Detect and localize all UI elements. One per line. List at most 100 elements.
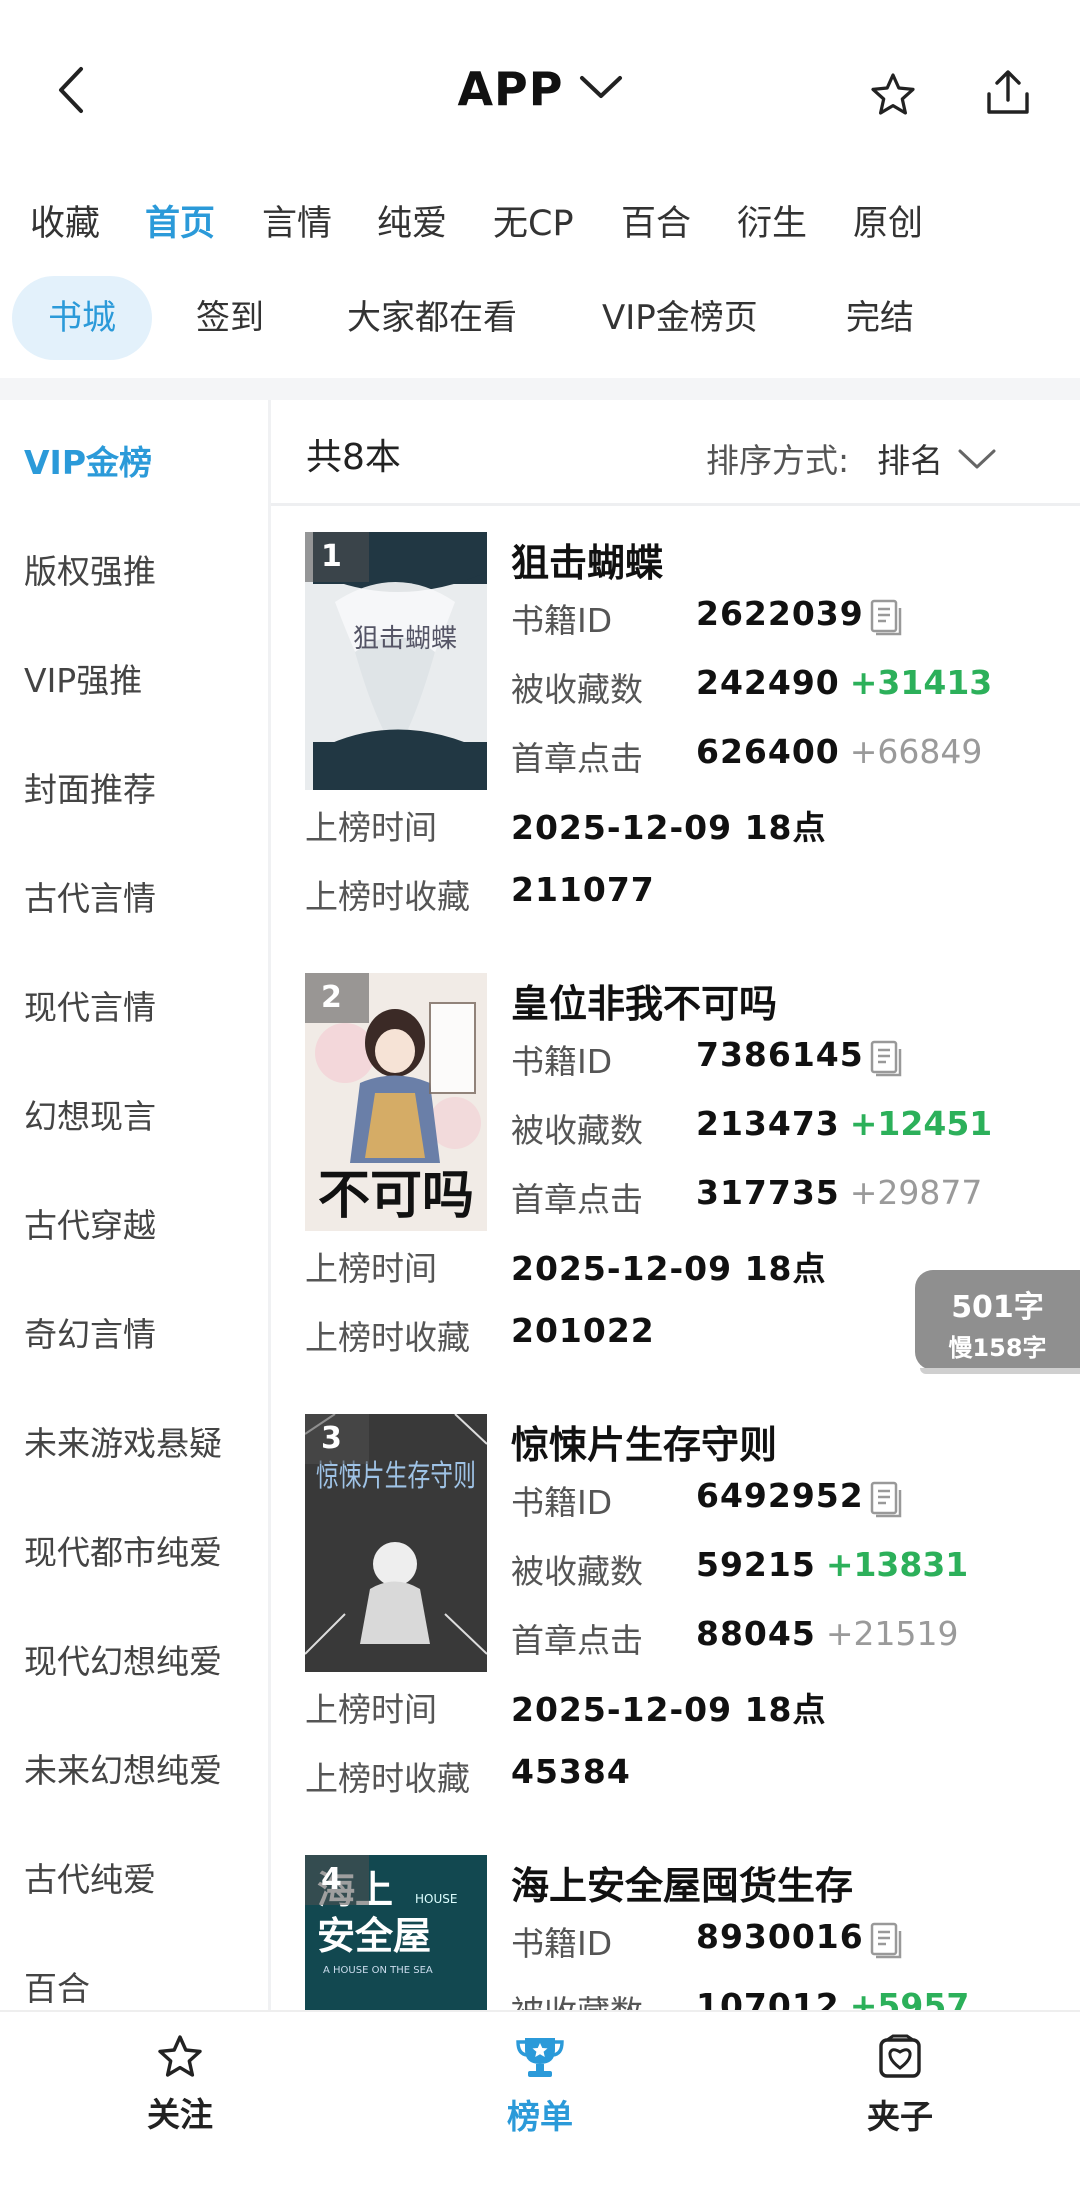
star-icon[interactable] — [870, 72, 916, 120]
word-count-slow-text: 慢158字 — [948, 1334, 1047, 1362]
label-book-id: 书籍ID — [511, 1042, 613, 1081]
tab-bl[interactable]: 纯爱 — [377, 195, 447, 246]
clicks-delta: +66849 — [849, 732, 983, 771]
subtab-vip-gold[interactable]: VIP金榜页 — [602, 276, 758, 360]
cover-title-text: 狙击蝴蝶 — [353, 624, 457, 654]
book-cover[interactable]: 不可吗 2 — [305, 973, 487, 1231]
tab-home[interactable]: 首页 — [145, 195, 215, 246]
section-divider — [0, 378, 1080, 400]
clicks-delta: +29877 — [849, 1173, 983, 1212]
rank-badge: 4 — [305, 1855, 369, 1905]
list-time-collections-value: 201022 — [511, 1311, 655, 1350]
nav-ranking[interactable]: 榜单 — [470, 2034, 610, 2138]
collections-delta: +31413 — [849, 663, 993, 702]
label-clicks: 首章点击 — [511, 1180, 643, 1219]
book-cover[interactable]: 狙击蝴蝶 1 — [305, 532, 487, 790]
sub-tabs: 书城 签到 大家都在看 VIP金榜页 完结 — [0, 276, 1080, 360]
sort-selector[interactable]: 排序方式: 排名 — [706, 434, 997, 482]
tab-gl[interactable]: 百合 — [621, 195, 691, 246]
sort-value: 排名 — [877, 441, 944, 480]
sidebar-item-vip-push[interactable]: VIP强推 — [24, 654, 142, 702]
list-time-value: 2025-12-09 18点 — [511, 808, 827, 847]
nav-follow[interactable]: 关注 — [110, 2034, 250, 2136]
list-time-collections-value: 45384 — [511, 1752, 631, 1791]
label-collections: 被收藏数 — [511, 1111, 643, 1150]
tab-romance[interactable]: 言情 — [262, 195, 332, 246]
rank-badge: 1 — [305, 532, 369, 582]
sidebar-item-modern-romance[interactable]: 现代言情 — [24, 981, 156, 1029]
sidebar-item-future-game[interactable]: 未来游戏悬疑 — [24, 1417, 222, 1465]
copy-icon[interactable] — [868, 1921, 904, 1963]
sidebar-item-copyright[interactable]: 版权强推 — [24, 545, 156, 593]
clicks-value: 88045 — [696, 1614, 816, 1653]
app-title-selector[interactable]: APP — [0, 62, 1080, 116]
nav-clip[interactable]: 夹子 — [830, 2034, 970, 2138]
copy-icon[interactable] — [868, 1039, 904, 1081]
book-title[interactable]: 皇位非我不可吗 — [511, 973, 777, 1028]
tab-collect[interactable]: 收藏 — [30, 195, 100, 246]
chevron-down-icon — [579, 74, 623, 104]
sidebar-item-gl[interactable]: 百合 — [24, 1962, 90, 2010]
clicks-value: 317735 — [696, 1173, 840, 1212]
page-title: APP — [457, 62, 564, 116]
word-count-text: 501字 — [951, 1290, 1044, 1325]
sidebar-item-ancient-romance[interactable]: 古代言情 — [24, 872, 156, 920]
sidebar-item-vip-gold[interactable]: VIP金榜 — [24, 436, 152, 484]
copy-icon[interactable] — [868, 1480, 904, 1522]
chevron-down-icon — [957, 440, 997, 479]
cover-tag-text: HOUSE — [415, 1892, 457, 1906]
sidebar-item-cover[interactable]: 封面推荐 — [24, 763, 156, 811]
sidebar-item-urban-bl[interactable]: 现代都市纯爱 — [24, 1526, 222, 1574]
label-collections: 被收藏数 — [511, 670, 643, 709]
label-clicks: 首章点击 — [511, 739, 643, 778]
heart-folder-icon — [877, 2034, 923, 2084]
book-cover[interactable]: 惊悚片生存守则 3 — [305, 1414, 487, 1672]
book-id-value: 6492952 — [696, 1476, 864, 1515]
collections-value: 59215 — [696, 1545, 816, 1584]
trophy-icon — [515, 2038, 565, 2084]
collections-delta: +12451 — [849, 1104, 993, 1143]
share-icon[interactable] — [985, 68, 1031, 120]
sidebar-item-time-travel[interactable]: 古代穿越 — [24, 1199, 156, 1247]
book-title[interactable]: 海上安全屋囤货生存 — [511, 1855, 853, 1910]
rank-badge: 2 — [305, 973, 369, 1023]
rank-badge: 3 — [305, 1414, 369, 1464]
tab-derivative[interactable]: 衍生 — [737, 195, 807, 246]
cover-title-line2: 安全屋 — [317, 1914, 431, 1958]
ranking-sidebar: VIP金榜 版权强推 VIP强推 封面推荐 古代言情 现代言情 幻想现言 古代穿… — [0, 400, 268, 2010]
label-book-id: 书籍ID — [511, 601, 613, 640]
label-collections: 被收藏数 — [511, 1993, 643, 2010]
subtab-bookstore[interactable]: 书城 — [12, 276, 152, 360]
book-id-value: 8930016 — [696, 1917, 864, 1956]
label-book-id: 书籍ID — [511, 1483, 613, 1522]
book-title[interactable]: 狙击蝴蝶 — [511, 532, 663, 587]
collections-value: 242490 — [696, 663, 840, 702]
subtab-popular[interactable]: 大家都在看 — [347, 276, 517, 360]
book-item[interactable]: 狙击蝴蝶 1 狙击蝴蝶 书籍ID 2622039 被收藏数 242490 +314… — [271, 532, 1080, 972]
sidebar-item-modern-fantasy-bl[interactable]: 现代幻想纯爱 — [24, 1635, 222, 1683]
book-cover[interactable]: 海上 安全屋 HOUSE A HOUSE ON THE SEA 4 — [305, 1855, 487, 2010]
sidebar-item-fantasy-modern[interactable]: 幻想现言 — [24, 1090, 156, 1138]
clicks-delta: +21519 — [825, 1614, 959, 1653]
sidebar-item-future-fantasy-bl[interactable]: 未来幻想纯爱 — [24, 1744, 222, 1792]
book-id-value: 7386145 — [696, 1035, 864, 1074]
sort-label: 排序方式: — [706, 441, 850, 480]
tab-no-cp[interactable]: 无CP — [493, 195, 574, 246]
book-item[interactable]: 惊悚片生存守则 3 惊悚片生存守则 书籍ID 6492952 被收藏数 5921… — [271, 1414, 1080, 1854]
word-count-badge[interactable]: 501字 慢158字 — [915, 1270, 1080, 1370]
collections-delta: +13831 — [825, 1545, 969, 1584]
book-title[interactable]: 惊悚片生存守则 — [511, 1414, 777, 1469]
collections-value: 107012 — [696, 1986, 840, 2010]
collections-value: 213473 — [696, 1104, 840, 1143]
copy-icon[interactable] — [868, 598, 904, 640]
label-list-time-collections: 上榜时收藏 — [305, 1759, 470, 1798]
book-item[interactable]: 海上 安全屋 HOUSE A HOUSE ON THE SEA 4 海上安全屋囤… — [271, 1855, 1080, 2010]
book-list: 共8本 排序方式: 排名 狙击蝴蝶 1 狙击蝴蝶 书籍ID 2622039 被收藏 — [271, 400, 1080, 2010]
subtab-checkin[interactable]: 签到 — [196, 276, 264, 360]
sidebar-item-ancient-bl[interactable]: 古代纯爱 — [24, 1853, 156, 1901]
list-time-value: 2025-12-09 18点 — [511, 1690, 827, 1729]
subtab-completed[interactable]: 完结 — [846, 276, 914, 360]
sidebar-item-fantasy-romance[interactable]: 奇幻言情 — [24, 1308, 156, 1356]
tab-original[interactable]: 原创 — [853, 195, 923, 246]
nav-label: 夹子 — [867, 2097, 933, 2136]
